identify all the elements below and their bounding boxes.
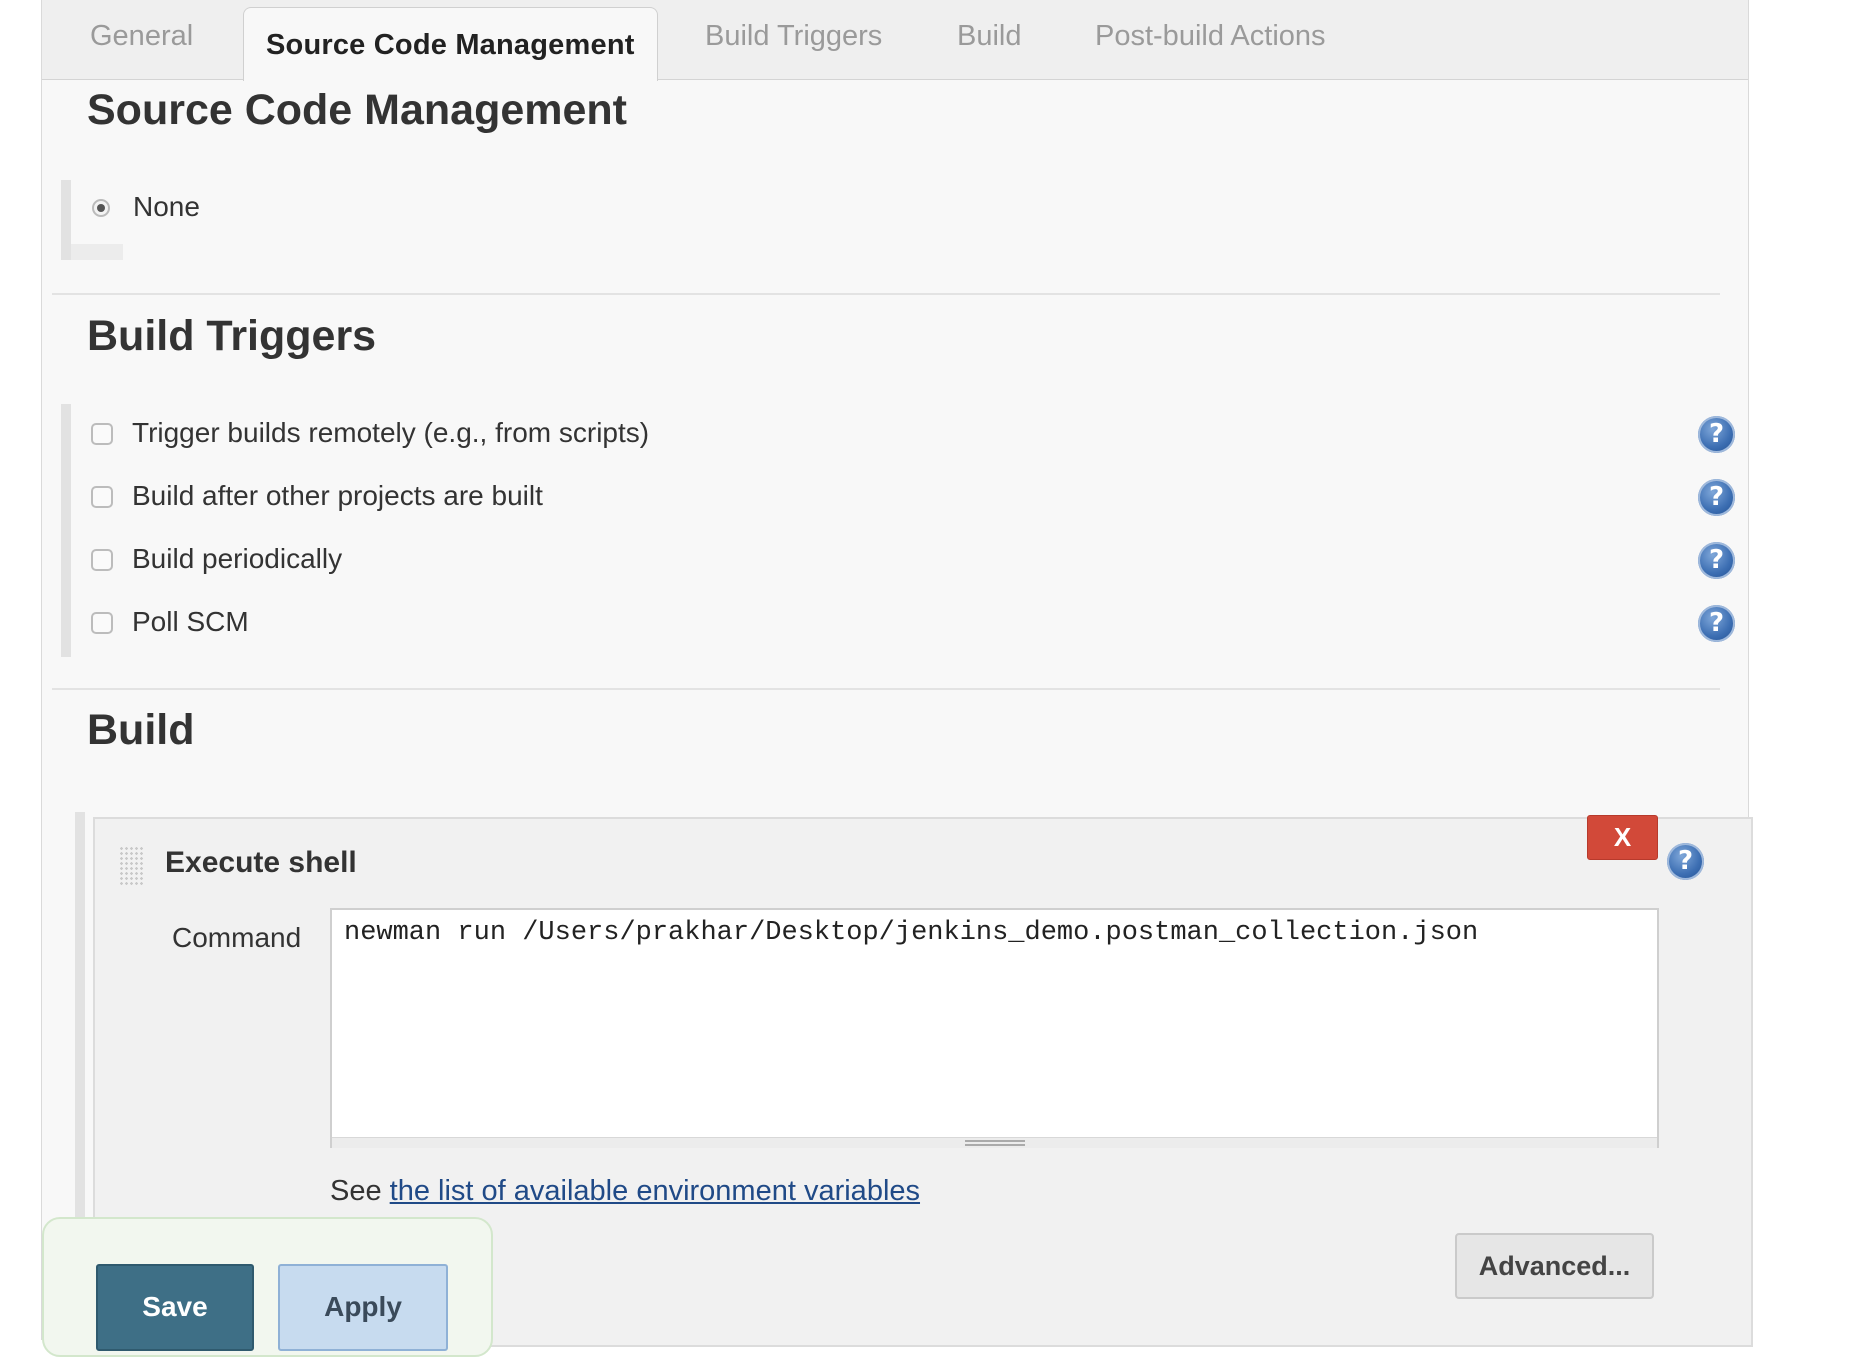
section-divider [52, 293, 1720, 295]
tab-general[interactable]: General [90, 20, 193, 53]
help-icon[interactable] [1698, 605, 1735, 642]
scm-none-label: None [133, 191, 200, 222]
scm-option-group-bar [61, 180, 71, 260]
scm-section-title: Source Code Management [87, 86, 627, 134]
trigger-remote-checkbox[interactable] [91, 423, 113, 445]
build-triggers-section-title: Build Triggers [87, 312, 377, 360]
help-icon[interactable] [1667, 843, 1704, 880]
tab-source-code-management[interactable]: Source Code Management [243, 7, 658, 81]
help-icon[interactable] [1698, 416, 1735, 453]
trigger-poll-scm-label: Poll SCM [132, 606, 249, 637]
trigger-periodically-label: Build periodically [132, 543, 343, 574]
help-icon[interactable] [1698, 479, 1735, 516]
section-divider [52, 688, 1720, 690]
help-icon[interactable] [1698, 542, 1735, 579]
env-vars-link[interactable]: the list of available environment variab… [390, 1175, 920, 1207]
apply-button[interactable]: Apply [278, 1264, 448, 1351]
tab-build-triggers[interactable]: Build Triggers [705, 20, 882, 53]
trigger-remote-label: Trigger builds remotely (e.g., from scri… [132, 417, 650, 448]
trigger-periodically-checkbox[interactable] [91, 549, 113, 571]
command-textarea[interactable]: newman run /Users/prakhar/Desktop/jenkin… [330, 908, 1659, 1148]
command-label: Command [172, 922, 302, 953]
env-vars-prefix: See [330, 1175, 390, 1207]
advanced-button[interactable]: Advanced... [1455, 1233, 1654, 1299]
tab-build[interactable]: Build [957, 20, 1022, 53]
trigger-after-other-projects-checkbox[interactable] [91, 486, 113, 508]
triggers-option-group-bar [61, 404, 71, 657]
execute-shell-title: Execute shell [165, 846, 357, 879]
tab-post-build-actions[interactable]: Post-build Actions [1095, 20, 1326, 53]
trigger-after-other-projects-label: Build after other projects are built [132, 480, 543, 511]
scm-option-group-footer [71, 244, 123, 260]
delete-step-button[interactable]: X [1587, 815, 1658, 860]
scm-none-radio[interactable] [92, 199, 110, 217]
build-section-title: Build [87, 706, 195, 754]
resize-grip-icon[interactable] [965, 1140, 1025, 1146]
save-button[interactable]: Save [96, 1264, 254, 1351]
env-vars-hint: See the list of available environment va… [330, 1175, 920, 1208]
trigger-poll-scm-checkbox[interactable] [91, 612, 113, 634]
drag-handle-icon[interactable] [119, 846, 145, 886]
job-config-page: General Source Code Management Build Tri… [0, 0, 1850, 1357]
